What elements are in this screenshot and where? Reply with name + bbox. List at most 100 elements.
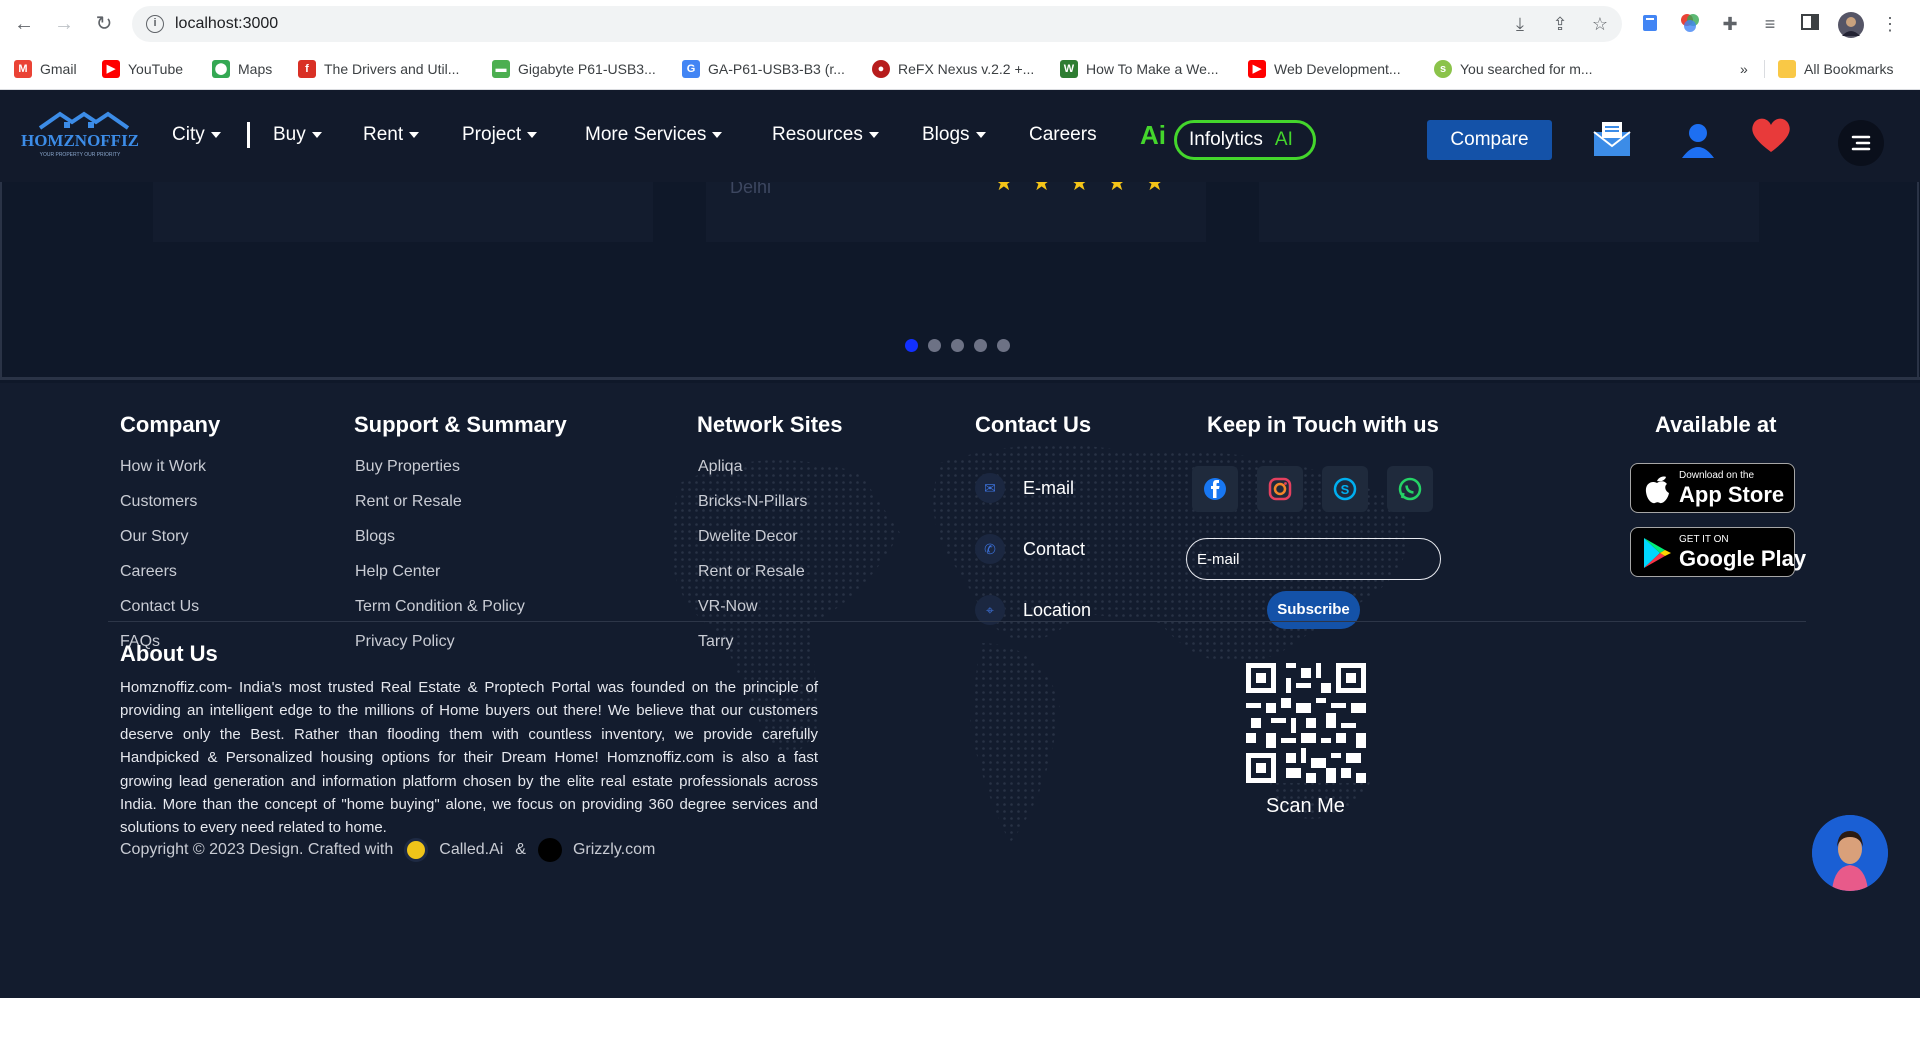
bookmark-label: ReFX Nexus v.2.2 +... xyxy=(898,61,1035,77)
footer-link[interactable]: Buy Properties xyxy=(355,458,460,476)
footer-link[interactable]: Contact Us xyxy=(120,598,199,616)
carousel-border xyxy=(0,182,2,380)
footer-link[interactable]: Tarry xyxy=(698,633,734,651)
extensions-puzzle-icon[interactable]: ✚ xyxy=(1718,12,1742,36)
carousel-dot[interactable] xyxy=(974,339,987,352)
footer-link[interactable]: Bricks-N-Pillars xyxy=(698,493,807,511)
footer-link[interactable]: VR-Now xyxy=(698,598,758,616)
more-bookmarks-button[interactable]: » xyxy=(1740,58,1748,80)
address-bar[interactable]: i localhost:3000 ⤓ ⇪ ☆ xyxy=(132,6,1622,42)
footer-link[interactable]: Rent or Resale xyxy=(698,563,805,581)
install-icon[interactable]: ⤓ xyxy=(1510,14,1530,34)
footer-link[interactable]: Help Center xyxy=(355,563,440,581)
hamburger-menu-icon[interactable] xyxy=(1838,120,1884,166)
bookmark-gmail[interactable]: M Gmail xyxy=(14,58,77,80)
bookmark-drivers[interactable]: f The Drivers and Util... xyxy=(298,58,459,80)
bookmark-gigabyte[interactable]: ▬ Gigabyte P61-USB3... xyxy=(492,58,656,80)
heart-icon[interactable] xyxy=(1750,116,1792,154)
nav-resources-dropdown[interactable]: Resources xyxy=(772,124,879,146)
homznoffiz-logo[interactable]: HOMZNOFFIZ YOUR PROPERTY OUR PRIORITY xyxy=(12,106,148,164)
footer-link[interactable]: Our Story xyxy=(120,528,188,546)
chevron-down-icon xyxy=(868,131,879,138)
search-site-icon: s xyxy=(1434,60,1452,78)
subscribe-button[interactable]: Subscribe xyxy=(1267,591,1360,629)
bookmark-star-icon[interactable]: ☆ xyxy=(1590,14,1610,34)
profile-avatar[interactable] xyxy=(1838,12,1864,38)
compare-button[interactable]: Compare xyxy=(1427,120,1552,160)
color-extension-icon[interactable] xyxy=(1678,12,1702,36)
mail-icon[interactable] xyxy=(1592,120,1632,158)
browser-menu-icon[interactable]: ⋮ xyxy=(1878,12,1902,36)
nav-blogs-label: Blogs xyxy=(922,124,970,145)
bookmark-how-to-make[interactable]: W How To Make a We... xyxy=(1060,58,1219,80)
chevron-down-icon xyxy=(527,131,538,138)
nav-blogs-dropdown[interactable]: Blogs xyxy=(922,124,986,146)
footer-link[interactable]: Dwelite Decor xyxy=(698,528,798,546)
nav-rent-dropdown[interactable]: Rent xyxy=(363,124,420,146)
nav-project-dropdown[interactable]: Project xyxy=(462,124,538,146)
skype-icon[interactable]: S xyxy=(1322,466,1368,512)
app-store-small-text: Download on the xyxy=(1679,470,1755,481)
footer-link[interactable]: Rent or Resale xyxy=(355,493,462,511)
nav-buy-dropdown[interactable]: Buy xyxy=(273,124,322,146)
bookmark-you-searched[interactable]: s You searched for m... xyxy=(1434,58,1593,80)
contact-phone[interactable]: ✆ Contact xyxy=(975,534,1085,564)
carousel-border xyxy=(1917,182,1919,380)
footer-link[interactable]: Privacy Policy xyxy=(355,633,455,651)
bookmark-youtube[interactable]: ▶ YouTube xyxy=(102,58,183,80)
app-store-badge[interactable]: Download on the App Store xyxy=(1630,463,1795,513)
url-text[interactable]: localhost:3000 xyxy=(175,15,278,33)
company-heading: Company xyxy=(120,412,221,437)
forward-icon[interactable]: → xyxy=(52,12,76,36)
newsletter-email-input[interactable] xyxy=(1186,538,1441,580)
review-card xyxy=(1259,182,1759,242)
nav-city-dropdown[interactable]: City xyxy=(172,124,221,146)
reading-list-icon[interactable]: ≡ xyxy=(1758,12,1782,36)
google-play-badge[interactable]: GET IT ON Google Play xyxy=(1630,527,1806,577)
facebook-icon[interactable] xyxy=(1192,466,1238,512)
share-icon[interactable]: ⇪ xyxy=(1550,14,1570,34)
bookmark-maps[interactable]: ⬤ Maps xyxy=(212,58,272,80)
nav-more-services-dropdown[interactable]: More Services xyxy=(585,124,723,146)
carousel-dot[interactable] xyxy=(997,339,1010,352)
user-icon[interactable] xyxy=(1680,122,1716,158)
chat-assistant-avatar[interactable] xyxy=(1812,815,1888,891)
instagram-icon[interactable] xyxy=(1257,466,1303,512)
whatsapp-icon[interactable] xyxy=(1387,466,1433,512)
about-us-heading: About Us xyxy=(120,641,218,666)
all-bookmarks-button[interactable]: All Bookmarks xyxy=(1778,58,1893,80)
footer-link[interactable]: Term Condition & Policy xyxy=(355,598,525,616)
all-bookmarks-label: All Bookmarks xyxy=(1804,61,1894,77)
footer-divider xyxy=(108,621,1806,622)
bookmark-label: Web Development... xyxy=(1274,61,1401,77)
footer-link[interactable]: Blogs xyxy=(355,528,395,546)
footer-link[interactable]: Careers xyxy=(120,563,177,581)
carousel-dot[interactable] xyxy=(905,339,918,352)
reload-icon[interactable]: ↻ xyxy=(92,12,116,36)
bookmark-label: The Drivers and Util... xyxy=(324,61,460,77)
grizzly-link[interactable]: Grizzly.com xyxy=(573,841,655,859)
footer-link[interactable]: Customers xyxy=(120,493,197,511)
called-ai-link[interactable]: Called.Ai xyxy=(439,841,503,859)
bookmark-refx[interactable]: ● ReFX Nexus v.2.2 +... xyxy=(872,58,1034,80)
nav-careers-link[interactable]: Careers xyxy=(1029,124,1097,146)
contact-email[interactable]: ✉ E-mail xyxy=(975,473,1074,503)
infolytics-ai-button[interactable]: Infolytics AI xyxy=(1174,120,1316,160)
support-heading: Support & Summary xyxy=(354,412,567,437)
side-panel-icon[interactable] xyxy=(1798,12,1822,36)
gmail-icon: M xyxy=(14,60,32,78)
extension-doc-icon[interactable] xyxy=(1638,12,1662,36)
bookmark-ga-p61[interactable]: G GA-P61-USB3-B3 (r... xyxy=(682,58,845,80)
nav-city-label: City xyxy=(172,124,205,145)
site-info-icon[interactable]: i xyxy=(146,15,164,33)
copyright: Copyright © 2023 Design. Crafted with Ca… xyxy=(120,838,655,862)
about-us-text: Homznoffiz.com- India's most trusted Rea… xyxy=(120,679,818,837)
chevron-down-icon xyxy=(210,131,221,138)
bookmark-web-dev[interactable]: ▶ Web Development... xyxy=(1248,58,1401,80)
back-icon[interactable]: ← xyxy=(12,12,36,36)
available-at-heading: Available at xyxy=(1655,412,1777,437)
footer-link[interactable]: How it Work xyxy=(120,458,206,476)
carousel-dot[interactable] xyxy=(951,339,964,352)
footer-link[interactable]: Apliqa xyxy=(698,458,742,476)
carousel-dot[interactable] xyxy=(928,339,941,352)
